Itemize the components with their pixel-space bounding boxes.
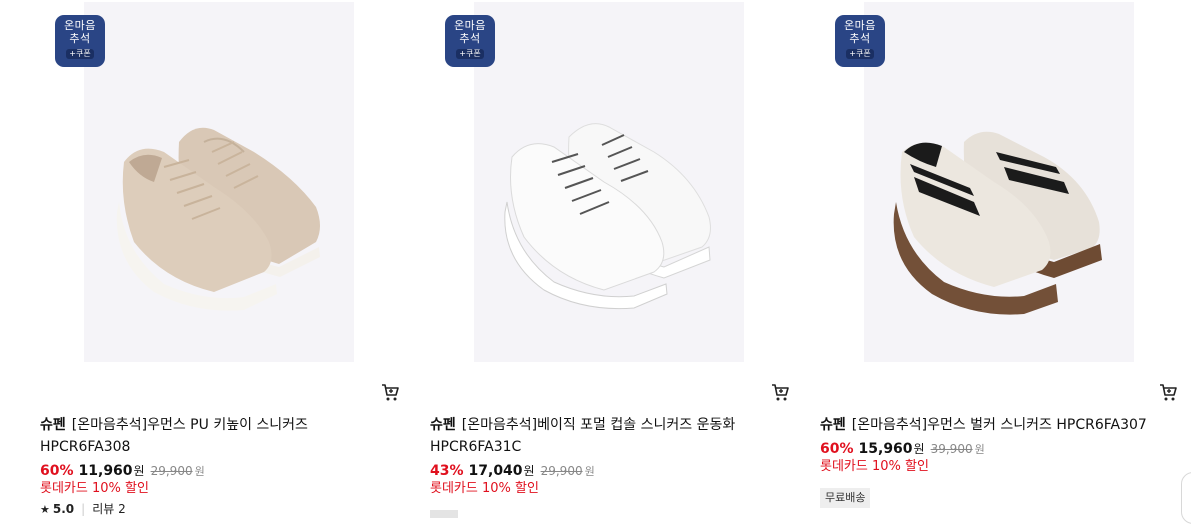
card-promo: 롯데카드 10% 할인 xyxy=(820,459,929,474)
product-brand: 슈펜 xyxy=(430,417,456,433)
review-count: 리뷰 2 xyxy=(92,502,126,516)
product-card[interactable]: 온마음 추석 +쿠폰 슈펜 [온마음추석]우먼스 PU 키높이 스니커즈 HPCR… xyxy=(40,0,399,518)
product-title[interactable]: 슈펜 [온마음추석]우먼스 PU 키높이 스니커즈 HPCR6FA308 xyxy=(40,414,385,458)
badge-line2: 추석 xyxy=(849,32,871,45)
product-image[interactable] xyxy=(84,2,354,362)
product-image[interactable] xyxy=(474,2,744,362)
rating-score: 5.0 xyxy=(52,502,75,516)
original-price: 39,900 xyxy=(930,442,973,456)
product-title[interactable]: 슈펜 [온마음추석]우먼스 벌커 스니커즈 HPCR6FA307 xyxy=(820,414,1165,436)
divider: | xyxy=(81,502,86,516)
cart-icon[interactable] xyxy=(380,382,400,402)
badge-line2: 추석 xyxy=(459,32,481,45)
sale-price: 15,960 xyxy=(858,441,913,457)
discount-rate: 60% xyxy=(40,463,74,479)
tag-placeholder xyxy=(430,510,458,518)
badge-coupon: +쿠폰 xyxy=(846,49,874,59)
product-name: [온마음추석]우먼스 벌커 스니커즈 HPCR6FA307 xyxy=(851,417,1147,433)
scroll-next-button[interactable] xyxy=(1181,472,1191,524)
original-currency: 원 xyxy=(194,465,205,478)
discount-rate: 43% xyxy=(430,463,464,479)
cart-icon[interactable] xyxy=(1158,382,1178,402)
sale-price: 17,040 xyxy=(468,463,523,479)
product-name: [온마음추석]우먼스 PU 키높이 스니커즈 HPCR6FA308 xyxy=(40,417,308,455)
sale-price: 11,960 xyxy=(78,463,133,479)
original-price: 29,900 xyxy=(540,464,583,478)
promo-badge: 온마음 추석 +쿠폰 xyxy=(835,15,885,67)
price-row: 60% 15,960원 39,900 원 xyxy=(820,439,985,460)
product-card[interactable]: 온마음 추석 +쿠폰 슈펜 [온마음추석]우먼스 벌커 스니커즈 HPCR6FA3… xyxy=(820,0,1177,516)
currency: 원 xyxy=(523,464,535,478)
review-summary: ★ 5.0 | 리뷰 2 xyxy=(40,501,126,518)
product-brand: 슈펜 xyxy=(820,417,846,433)
card-promo: 롯데카드 10% 할인 xyxy=(40,481,149,496)
product-title[interactable]: 슈펜 [온마음추석]베이직 포멀 컵솔 스니커즈 운동화 HPCR6FA31C xyxy=(430,414,775,458)
promo-badge: 온마음 추석 +쿠폰 xyxy=(445,15,495,67)
original-price: 29,900 xyxy=(150,464,193,478)
badge-coupon: +쿠폰 xyxy=(456,49,484,59)
currency: 원 xyxy=(133,464,145,478)
product-card[interactable]: 온마음 추석 +쿠폰 슈펜 [온마음추석]베이직 포멀 컵솔 스니커즈 운동화 H… xyxy=(430,0,789,518)
card-promo: 롯데카드 10% 할인 xyxy=(430,481,539,496)
shoe-image xyxy=(893,131,1102,315)
shoe-image xyxy=(504,123,711,310)
badge-line1: 온마음 xyxy=(454,19,486,32)
cart-icon[interactable] xyxy=(770,382,790,402)
original-currency: 원 xyxy=(584,465,595,478)
free-shipping-tag: 무료배송 xyxy=(820,488,871,508)
product-brand: 슈펜 xyxy=(40,417,66,433)
product-name: [온마음추석]베이직 포멀 컵솔 스니커즈 운동화 HPCR6FA31C xyxy=(430,417,736,455)
badge-line2: 추석 xyxy=(69,32,91,45)
original-currency: 원 xyxy=(974,443,985,456)
currency: 원 xyxy=(913,442,925,456)
badge-line1: 온마음 xyxy=(64,19,96,32)
product-image[interactable] xyxy=(864,2,1134,362)
badge-coupon: +쿠폰 xyxy=(66,49,94,59)
price-row: 43% 17,040원 29,900 원 xyxy=(430,461,595,482)
price-row: 60% 11,960원 29,900 원 xyxy=(40,461,205,482)
shoe-image xyxy=(116,127,320,311)
badge-line1: 온마음 xyxy=(844,19,876,32)
star-icon: ★ xyxy=(40,503,50,516)
discount-rate: 60% xyxy=(820,441,854,457)
promo-badge: 온마음 추석 +쿠폰 xyxy=(55,15,105,67)
